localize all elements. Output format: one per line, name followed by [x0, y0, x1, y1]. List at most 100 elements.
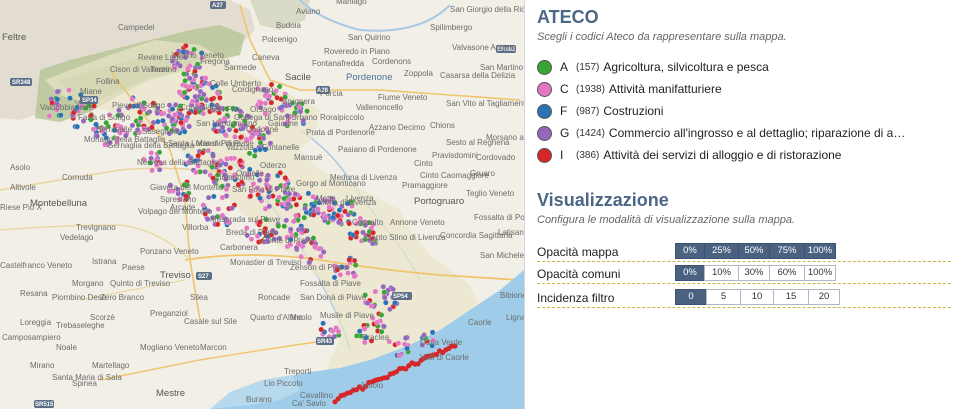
- map-point[interactable]: [227, 164, 234, 171]
- map-point[interactable]: [182, 43, 189, 49]
- map-point[interactable]: [429, 329, 436, 336]
- map-canvas[interactable]: A27 SR348 SP34 A28 SR463 S27 SP54 SR43 S…: [0, 0, 524, 409]
- map-point[interactable]: [181, 128, 188, 135]
- map-point[interactable]: [276, 83, 283, 90]
- map-point[interactable]: [184, 95, 190, 101]
- map-point[interactable]: [395, 340, 402, 347]
- map-point[interactable]: [281, 223, 288, 229]
- map-point[interactable]: [335, 219, 342, 226]
- map-point[interactable]: [315, 206, 321, 212]
- map-point[interactable]: [54, 88, 61, 95]
- map-point[interactable]: [210, 193, 217, 200]
- map-point[interactable]: [282, 175, 289, 181]
- ateco-toggle-a[interactable]: [537, 59, 552, 75]
- map-point[interactable]: [396, 352, 403, 358]
- map-point[interactable]: [266, 93, 273, 99]
- map-point[interactable]: [46, 113, 53, 119]
- map-point[interactable]: [299, 226, 306, 233]
- map-point[interactable]: [248, 236, 255, 242]
- map-point[interactable]: [66, 87, 72, 93]
- map-point[interactable]: [208, 96, 215, 103]
- map-point[interactable]: [148, 149, 154, 156]
- map-point[interactable]: [335, 328, 342, 335]
- map-point[interactable]: [156, 166, 163, 173]
- map-point[interactable]: [256, 177, 263, 183]
- ateco-toggle-f[interactable]: [537, 103, 552, 119]
- map-point[interactable]: [205, 147, 211, 154]
- map-point[interactable]: [260, 135, 267, 142]
- map-point[interactable]: [337, 271, 344, 278]
- map-point[interactable]: [58, 112, 64, 118]
- map-point[interactable]: [178, 119, 184, 126]
- map-point[interactable]: [169, 116, 176, 122]
- map-point[interactable]: [381, 294, 388, 301]
- map-point[interactable]: [274, 94, 280, 101]
- map-point[interactable]: [372, 288, 379, 295]
- map-point[interactable]: [192, 93, 198, 100]
- map-point[interactable]: [192, 169, 199, 176]
- map-point[interactable]: [214, 90, 221, 97]
- ateco-item-i[interactable]: I (386) Attività dei servizi di alloggio e…: [537, 146, 841, 164]
- map-point[interactable]: [181, 71, 187, 77]
- map-point[interactable]: [266, 203, 273, 210]
- map-point[interactable]: [228, 155, 234, 162]
- map-point[interactable]: [387, 306, 393, 313]
- map-point[interactable]: [382, 299, 389, 306]
- map-point[interactable]: [264, 177, 270, 183]
- map-point[interactable]: [381, 289, 388, 296]
- map-point[interactable]: [334, 212, 341, 219]
- map-point[interactable]: [177, 63, 183, 69]
- incidenza-filtro-option-4[interactable]: 20: [808, 289, 840, 305]
- map-point[interactable]: [154, 110, 161, 116]
- map-point[interactable]: [310, 193, 316, 200]
- map-point[interactable]: [74, 123, 80, 130]
- map-point[interactable]: [301, 214, 308, 221]
- map-point[interactable]: [353, 229, 360, 236]
- map-point[interactable]: [312, 244, 318, 250]
- opacita-mappa-option-0[interactable]: 0%: [675, 243, 705, 259]
- map-point[interactable]: [54, 96, 61, 103]
- map-point[interactable]: [181, 89, 188, 96]
- map-point[interactable]: [392, 299, 398, 306]
- opacita-comuni-option-1[interactable]: 10%: [704, 265, 739, 281]
- ateco-toggle-c[interactable]: [537, 81, 552, 97]
- map-point[interactable]: [215, 206, 222, 212]
- map-point[interactable]: [160, 117, 166, 124]
- map-point[interactable]: [183, 117, 189, 124]
- ateco-item-f[interactable]: F (987) Costruzioni: [537, 102, 663, 120]
- map-point[interactable]: [192, 72, 199, 79]
- map-point[interactable]: [293, 212, 299, 219]
- map-point[interactable]: [217, 95, 223, 101]
- opacita-mappa-option-2[interactable]: 50%: [738, 243, 770, 259]
- map-point[interactable]: [184, 65, 191, 72]
- incidenza-filtro-option-3[interactable]: 15: [773, 289, 809, 305]
- map-point[interactable]: [166, 102, 173, 108]
- map-point[interactable]: [378, 312, 385, 318]
- map-point[interactable]: [229, 205, 235, 211]
- map-point[interactable]: [380, 283, 387, 290]
- map-point[interactable]: [302, 205, 308, 212]
- map-point[interactable]: [305, 190, 312, 197]
- map-point[interactable]: [150, 119, 157, 126]
- map-point[interactable]: [223, 186, 230, 192]
- map-point[interactable]: [219, 194, 226, 201]
- map-point[interactable]: [390, 286, 396, 293]
- map-point[interactable]: [402, 335, 409, 341]
- map-point[interactable]: [374, 319, 380, 326]
- map-point[interactable]: [276, 194, 283, 201]
- opacita-comuni-option-0[interactable]: 0%: [675, 265, 705, 281]
- map-point[interactable]: [205, 194, 212, 201]
- opacita-comuni-option-2[interactable]: 30%: [738, 265, 770, 281]
- map-point[interactable]: [199, 149, 206, 156]
- incidenza-filtro-option-0[interactable]: 0: [675, 289, 707, 305]
- ateco-item-c[interactable]: C (1938) Attività manifatturiere: [537, 80, 722, 98]
- ateco-toggle-g[interactable]: [537, 125, 552, 141]
- map-point[interactable]: [277, 105, 284, 111]
- map-point[interactable]: [251, 153, 258, 159]
- map-point[interactable]: [67, 95, 73, 101]
- map-point[interactable]: [190, 83, 197, 90]
- map-point[interactable]: [273, 88, 279, 94]
- map-point[interactable]: [346, 257, 353, 263]
- map-point[interactable]: [283, 217, 290, 224]
- map-point[interactable]: [342, 208, 348, 215]
